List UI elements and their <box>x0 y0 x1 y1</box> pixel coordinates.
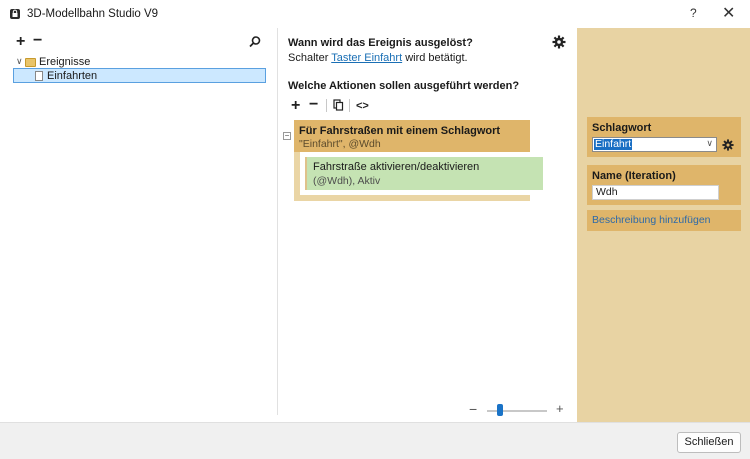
event-tree-pane: + − ∨ Ereignisse Einfahrten <box>8 28 278 415</box>
zoom-out-button[interactable]: − <box>469 401 477 417</box>
trigger-switch-link[interactable]: Taster Einfahrt <box>331 52 402 64</box>
action-title: Fahrstraße aktivieren/deaktivieren <box>313 161 480 173</box>
tag-dropdown-value[interactable]: Einfahrt <box>594 139 633 150</box>
description-card: Beschreibung hinzufügen <box>587 210 741 231</box>
add-description-link[interactable]: Beschreibung hinzufügen <box>592 214 711 226</box>
iteration-name-card: Name (Iteration) Wdh <box>587 165 741 205</box>
zoom-slider-thumb[interactable] <box>497 404 503 416</box>
trigger-suffix: wird betätigt. <box>402 52 468 64</box>
remove-action-button[interactable]: − <box>309 97 318 113</box>
loop-title: Für Fahrstraßen mit einem Schlagwort <box>299 125 501 137</box>
title-bar: 3D-Modellbahn Studio V9 ? ✕ <box>0 0 750 28</box>
event-editor-pane: Wann wird das Ereignis ausgelöst? Schalt… <box>278 28 577 422</box>
zoom-slider-track[interactable] <box>487 410 547 412</box>
action-block-fahrstrasse[interactable]: Fahrstraße aktivieren/deaktivieren (@Wdh… <box>305 157 543 190</box>
trigger-prefix: Schalter <box>288 52 332 64</box>
tree-item-einfahrten[interactable]: Einfahrten <box>47 70 97 82</box>
remove-event-button[interactable]: − <box>33 33 42 49</box>
iteration-name-input[interactable]: Wdh <box>592 185 719 200</box>
chevron-down-icon[interactable]: ∨ <box>706 138 713 149</box>
toolbar-separator <box>349 99 350 112</box>
toolbar-separator <box>326 99 327 112</box>
tag-label: Schlagwort <box>592 122 652 134</box>
action-parameters: (@Wdh), Aktiv <box>313 175 381 187</box>
loop-parameters: "Einfahrt", @Wdh <box>299 138 381 150</box>
loop-bracket-foot <box>294 195 530 201</box>
window-title: 3D-Modellbahn Studio V9 <box>27 8 159 20</box>
loop-block-fahrstrassen[interactable]: Für Fahrstraßen mit einem Schlagwort "Ei… <box>294 120 530 152</box>
close-button[interactable]: Schließen <box>677 432 741 453</box>
app-lock-icon <box>10 9 20 19</box>
search-icon[interactable] <box>248 35 262 49</box>
collapse-loop-icon[interactable]: − <box>283 132 291 140</box>
tree-item-ereignisse[interactable]: Ereignisse <box>39 56 90 68</box>
dialog-footer: Schließen <box>0 422 750 459</box>
loop-bracket <box>294 152 300 197</box>
iteration-name-label: Name (Iteration) <box>592 170 676 182</box>
copy-icon[interactable] <box>333 99 344 111</box>
properties-pane: Schlagwort Einfahrt ∨ Name (Iteration) W… <box>577 28 750 422</box>
folder-icon <box>25 58 36 67</box>
gear-icon[interactable] <box>722 139 734 151</box>
gear-icon[interactable] <box>552 35 566 49</box>
tag-card: Schlagwort Einfahrt ∨ <box>587 117 741 157</box>
trigger-heading: Wann wird das Ereignis ausgelöst? <box>288 37 473 49</box>
code-view-button[interactable]: <> <box>356 98 369 114</box>
tree-expand-chevron-icon[interactable]: ∨ <box>16 56 23 67</box>
document-icon <box>35 71 43 81</box>
trigger-description: Schalter Taster Einfahrt wird betätigt. <box>288 52 468 64</box>
tag-dropdown[interactable]: Einfahrt ∨ <box>592 137 717 152</box>
actions-heading: Welche Aktionen sollen ausgeführt werden… <box>288 80 520 92</box>
zoom-in-button[interactable]: + <box>556 401 564 416</box>
help-button[interactable]: ? <box>690 6 697 20</box>
close-window-button[interactable]: ✕ <box>722 3 735 23</box>
add-event-button[interactable]: + <box>16 34 25 50</box>
add-action-button[interactable]: + <box>291 98 300 114</box>
